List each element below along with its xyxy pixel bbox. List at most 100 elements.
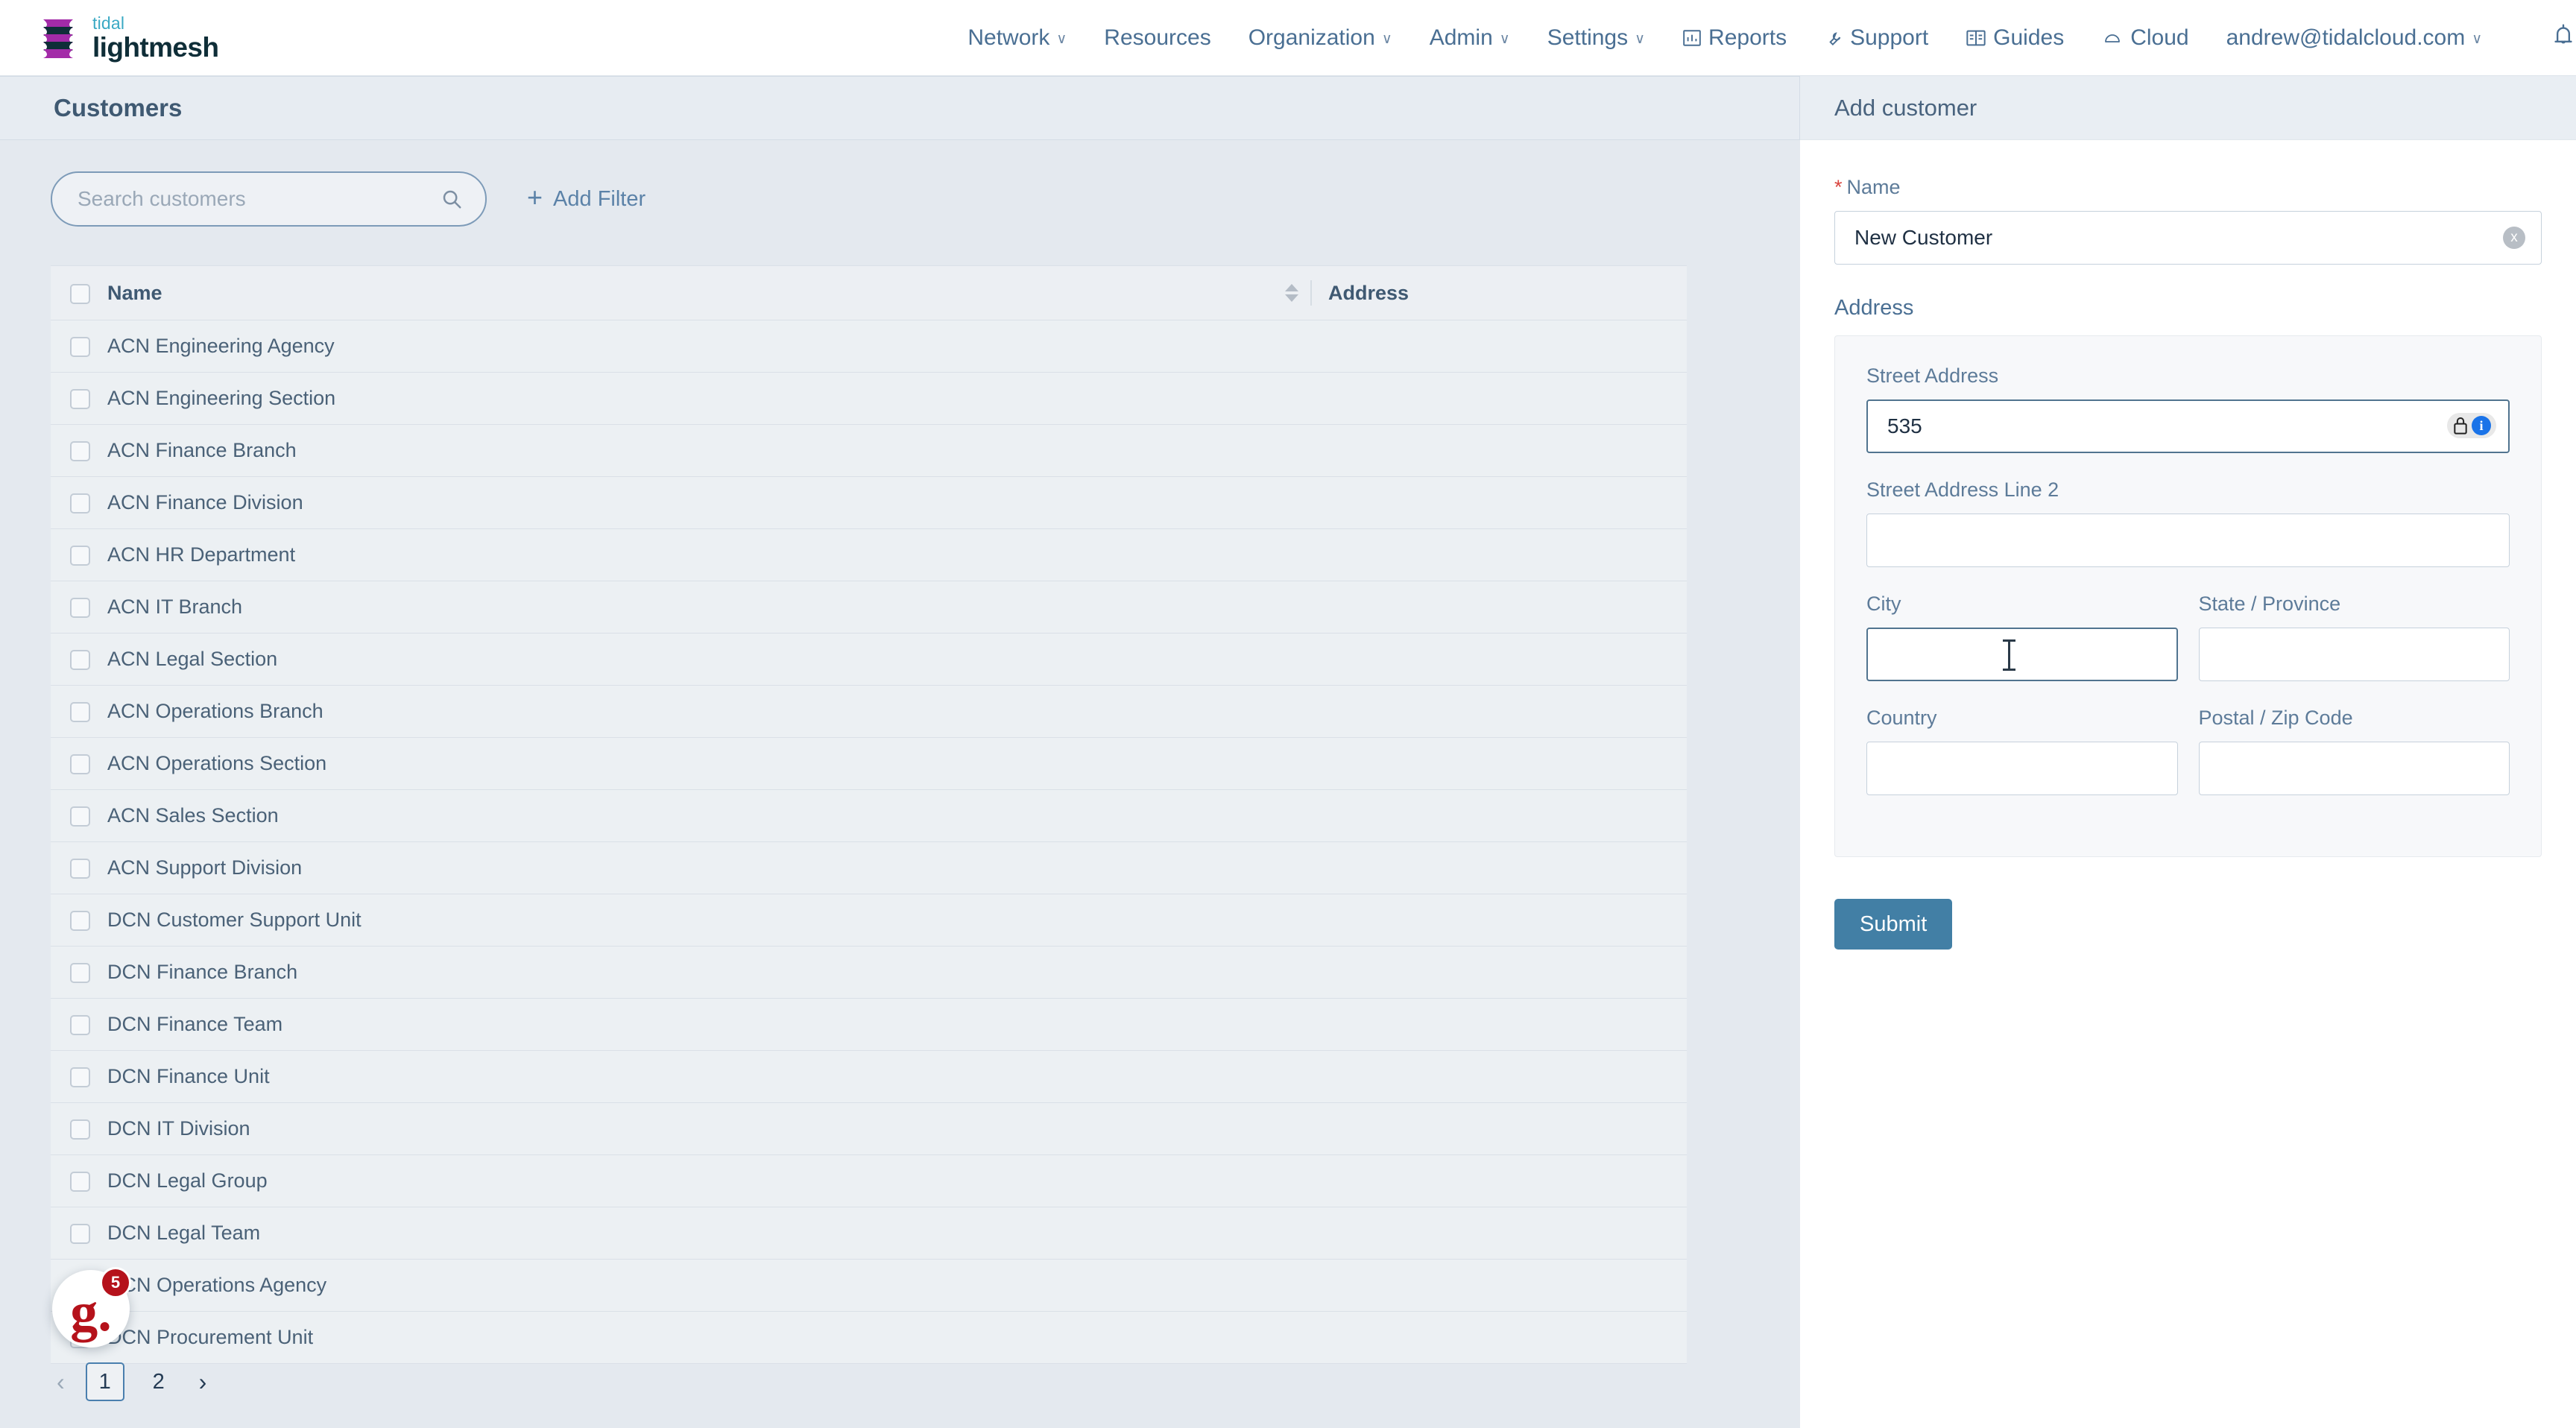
row-checkbox[interactable] [70,911,90,932]
table-row[interactable]: DCN Legal Group [51,1154,1687,1207]
nav-item-organization[interactable]: Organization ∨ [1230,25,1411,51]
row-name-cell[interactable]: ACN IT Branch [107,581,1285,634]
nav-item-user-account[interactable]: andrew@tidalcloud.com ∨ [2208,25,2501,51]
table-row[interactable]: ACN Operations Section [51,737,1687,790]
row-checkbox[interactable] [70,859,90,879]
row-name-cell[interactable]: DCN Procurement Unit [107,1311,1285,1364]
row-name-cell[interactable]: ACN Finance Branch [107,424,1285,477]
help-chat-widget-button[interactable]: g. 5 [52,1267,131,1348]
sort-toggle-icon[interactable] [1285,284,1298,302]
search-customers-box[interactable] [51,171,487,227]
row-checkbox[interactable] [70,702,90,723]
row-name-cell[interactable]: ACN Support Division [107,841,1285,894]
row-name-cell[interactable]: ACN Engineering Section [107,372,1285,425]
row-name-cell[interactable]: DCN Customer Support Unit [107,894,1285,947]
cloud-icon [2101,29,2124,47]
row-name-cell[interactable]: ACN Operations Section [107,737,1285,790]
brand-logo[interactable]: tidal lightmesh [39,14,219,61]
info-icon[interactable]: i [2472,416,2491,435]
row-name-cell[interactable]: ACN Engineering Agency [107,320,1285,373]
row-name-cell[interactable]: ACN Operations Branch [107,685,1285,738]
state-province-input[interactable] [2198,628,2510,681]
row-name-cell[interactable]: DCN Finance Branch [107,946,1285,999]
row-checkbox[interactable] [70,441,90,462]
street-address-input[interactable] [1866,399,2510,453]
notifications-bell-button[interactable] [2551,23,2575,52]
table-row[interactable]: DCN Customer Support Unit [51,894,1687,947]
table-row[interactable]: DCN Operations Agency [51,1259,1687,1312]
row-checkbox[interactable] [70,806,90,827]
table-row[interactable]: ACN Engineering Agency [51,320,1687,373]
submit-button[interactable]: Submit [1834,899,1953,950]
add-filter-button[interactable]: + Add Filter [527,182,645,215]
row-select-cell [51,946,107,999]
row-name-cell[interactable]: ACN Finance Division [107,476,1285,529]
row-name-cell[interactable]: DCN Finance Unit [107,1050,1285,1103]
customer-name-input[interactable] [1834,211,2542,265]
row-select-cell [51,737,107,790]
nav-item-resources[interactable]: Resources [1085,25,1229,51]
row-checkbox[interactable] [70,546,90,566]
row-name-cell[interactable]: ACN HR Department [107,528,1285,581]
table-row[interactable]: ACN HR Department [51,528,1687,581]
row-name-cell[interactable]: DCN Legal Group [107,1154,1285,1207]
pagination-prev-button[interactable]: ‹ [51,1368,71,1396]
nav-item-network[interactable]: Network ∨ [949,25,1085,51]
search-input[interactable] [52,187,410,211]
select-all-checkbox[interactable] [70,283,90,304]
row-checkbox[interactable] [70,650,90,671]
clear-name-icon[interactable]: x [2503,227,2525,249]
country-input[interactable] [1866,742,2178,795]
street-address-line-2-input[interactable] [1866,514,2510,567]
row-name-cell[interactable]: DCN Finance Team [107,998,1285,1051]
nav-item-admin[interactable]: Admin ∨ [1411,25,1529,51]
browser-autofill-indicator[interactable]: i [2447,413,2496,438]
table-row[interactable]: ACN Legal Section [51,633,1687,686]
table-row[interactable]: ACN Operations Branch [51,685,1687,738]
table-row[interactable]: DCN IT Division [51,1102,1687,1155]
pagination-page-1[interactable]: 1 [85,1362,124,1401]
nav-item-support[interactable]: Support [1805,25,1947,51]
table-row[interactable]: ACN IT Branch [51,581,1687,634]
row-name-cell[interactable]: ACN Legal Section [107,633,1285,686]
row-select-cell [51,581,107,634]
row-checkbox[interactable] [70,337,90,358]
row-checkbox[interactable] [70,598,90,619]
row-checkbox[interactable] [70,1067,90,1088]
table-row[interactable]: ACN Sales Section [51,789,1687,842]
city-input[interactable] [1866,628,2178,681]
table-row[interactable]: ACN Support Division [51,841,1687,894]
row-name-cell[interactable]: DCN Legal Team [107,1207,1285,1260]
nav-item-guides[interactable]: Guides [1947,25,2083,51]
nav-label: Admin [1429,25,1493,50]
table-row[interactable]: ACN Finance Branch [51,424,1687,477]
table-row[interactable]: DCN Finance Unit [51,1050,1687,1103]
row-checkbox[interactable] [70,493,90,514]
nav-item-settings[interactable]: Settings ∨ [1529,25,1664,51]
row-checkbox[interactable] [70,389,90,410]
table-row[interactable]: ACN Finance Division [51,476,1687,529]
nav-item-reports[interactable]: Reports [1664,25,1805,51]
table-row[interactable]: ACN Engineering Section [51,372,1687,425]
table-row[interactable]: DCN Legal Team [51,1207,1687,1260]
table-row[interactable]: DCN Finance Team [51,998,1687,1051]
row-checkbox[interactable] [70,963,90,984]
row-name-cell[interactable]: DCN Operations Agency [107,1259,1285,1312]
row-name-cell[interactable]: DCN IT Division [107,1102,1285,1155]
row-name-cell[interactable]: ACN Sales Section [107,789,1285,842]
table-row[interactable]: DCN Procurement Unit [51,1311,1687,1364]
row-checkbox[interactable] [70,1119,90,1140]
column-header-address[interactable]: Address [1285,265,1687,320]
nav-item-cloud[interactable]: Cloud [2083,25,2207,51]
row-checkbox[interactable] [70,1224,90,1245]
table-row[interactable]: DCN Finance Branch [51,946,1687,999]
pagination-next-button[interactable]: › [193,1368,213,1396]
row-checkbox[interactable] [70,1172,90,1192]
postal-zip-input[interactable] [2198,742,2510,795]
row-select-cell [51,372,107,425]
row-checkbox[interactable] [70,754,90,775]
row-checkbox[interactable] [70,1015,90,1036]
row-select-cell [51,320,107,373]
pagination-page-2[interactable]: 2 [139,1362,178,1401]
column-header-name[interactable]: Name [107,265,1285,320]
